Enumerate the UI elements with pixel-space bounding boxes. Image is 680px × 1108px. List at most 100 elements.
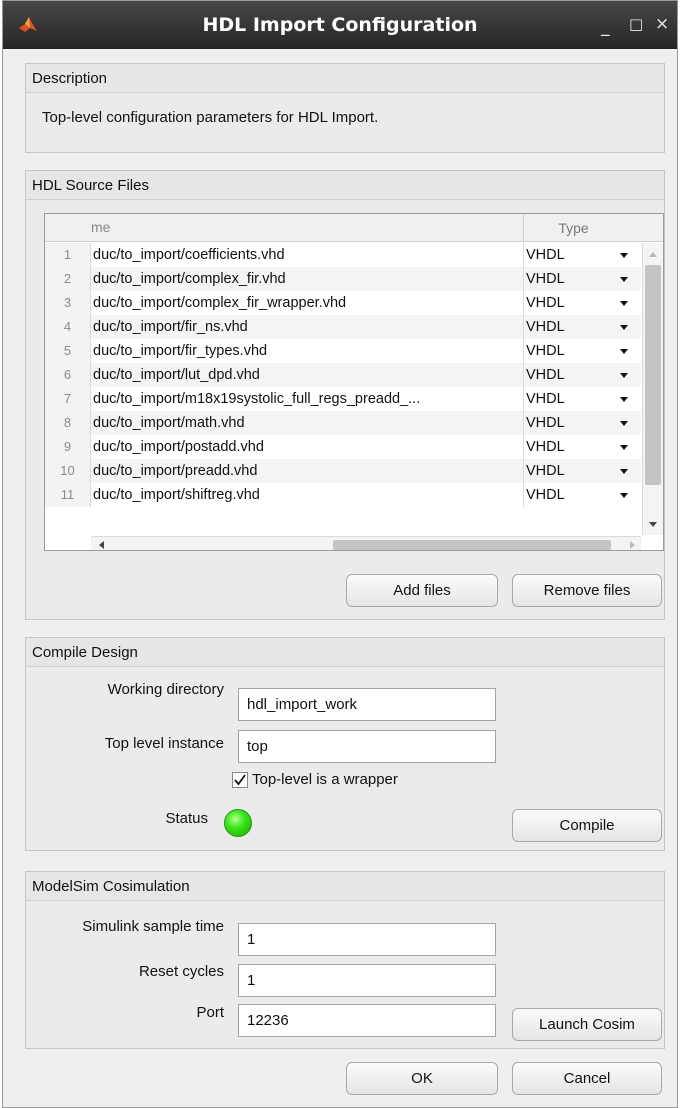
file-type-value: VHDL bbox=[526, 463, 565, 479]
hdl-import-dialog: HDL Import Configuration _ □ × Descripti… bbox=[2, 0, 678, 1108]
table-row[interactable]: 1 duc/to_import/coefficients.vhd VHDL bbox=[45, 243, 641, 267]
dropdown-caret-icon[interactable] bbox=[620, 253, 628, 258]
file-type-dropdown[interactable]: VHDL bbox=[523, 435, 641, 459]
file-name-cell[interactable]: duc/to_import/preadd.vhd bbox=[91, 459, 523, 483]
dropdown-caret-icon[interactable] bbox=[620, 445, 628, 450]
file-name-cell[interactable]: duc/to_import/fir_ns.vhd bbox=[91, 315, 523, 339]
working-directory-input[interactable]: hdl_import_work bbox=[238, 688, 496, 721]
table-rows: 1 duc/to_import/coefficients.vhd VHDL 2 duc/… bbox=[45, 243, 641, 507]
dropdown-caret-icon[interactable] bbox=[620, 469, 628, 474]
working-directory-label: Working directory bbox=[107, 681, 224, 698]
row-number: 7 bbox=[45, 387, 91, 411]
file-name-cell[interactable]: duc/to_import/postadd.vhd bbox=[91, 435, 523, 459]
table-row[interactable]: 2 duc/to_import/complex_fir.vhd VHDL bbox=[45, 267, 641, 291]
file-type-dropdown[interactable]: VHDL bbox=[523, 315, 641, 339]
close-icon[interactable]: × bbox=[655, 14, 669, 34]
table-row[interactable]: 5 duc/to_import/fir_types.vhd VHDL bbox=[45, 339, 641, 363]
ok-button[interactable]: OK bbox=[346, 1062, 498, 1095]
file-type-dropdown[interactable]: VHDL bbox=[523, 483, 641, 507]
column-header-name[interactable]: me bbox=[91, 219, 110, 235]
vertical-scroll-thumb[interactable] bbox=[645, 265, 661, 485]
launch-cosim-button[interactable]: Launch Cosim bbox=[512, 1008, 662, 1041]
file-name-cell[interactable]: duc/to_import/coefficients.vhd bbox=[91, 243, 523, 267]
row-number: 8 bbox=[45, 411, 91, 435]
table-row[interactable]: 3 duc/to_import/complex_fir_wrapper.vhd VH… bbox=[45, 291, 641, 315]
modelsim-cosimulation-panel: ModelSim Cosimulation Simulink sample ti… bbox=[25, 871, 665, 1049]
file-type-value: VHDL bbox=[526, 367, 565, 383]
scroll-down-icon[interactable] bbox=[649, 522, 657, 527]
file-type-dropdown[interactable]: VHDL bbox=[523, 267, 641, 291]
dropdown-caret-icon[interactable] bbox=[620, 397, 628, 402]
file-name-cell[interactable]: duc/to_import/complex_fir_wrapper.vhd bbox=[91, 291, 523, 315]
scroll-left-icon[interactable] bbox=[99, 541, 104, 549]
port-label: Port bbox=[196, 1004, 224, 1021]
file-type-value: VHDL bbox=[526, 319, 565, 335]
row-number: 4 bbox=[45, 315, 91, 339]
file-type-dropdown[interactable]: VHDL bbox=[523, 459, 641, 483]
maximize-icon[interactable]: □ bbox=[629, 15, 643, 33]
horizontal-scrollbar[interactable] bbox=[91, 536, 641, 550]
file-name-cell[interactable]: duc/to_import/fir_types.vhd bbox=[91, 339, 523, 363]
reset-cycles-input[interactable]: 1 bbox=[238, 964, 496, 997]
sample-time-input[interactable]: 1 bbox=[238, 923, 496, 956]
file-name-cell[interactable]: duc/to_import/shiftreg.vhd bbox=[91, 483, 523, 507]
port-input[interactable]: 12236 bbox=[238, 1004, 496, 1037]
file-type-value: VHDL bbox=[526, 295, 565, 311]
row-number: 6 bbox=[45, 363, 91, 387]
file-type-dropdown[interactable]: VHDL bbox=[523, 411, 641, 435]
source-files-table[interactable]: me Type 1 duc/to_import/coefficients.vhd V… bbox=[44, 213, 664, 551]
dropdown-caret-icon[interactable] bbox=[620, 277, 628, 282]
top-level-instance-label: Top level instance bbox=[104, 735, 224, 752]
row-number: 11 bbox=[45, 483, 91, 507]
compile-button[interactable]: Compile bbox=[512, 809, 662, 842]
file-name-cell[interactable]: duc/to_import/lut_dpd.vhd bbox=[91, 363, 523, 387]
checkmark-icon bbox=[234, 774, 246, 786]
column-header-type[interactable]: Type bbox=[523, 214, 623, 242]
dropdown-caret-icon[interactable] bbox=[620, 421, 628, 426]
file-type-value: VHDL bbox=[526, 391, 565, 407]
table-row[interactable]: 11 duc/to_import/shiftreg.vhd VHDL bbox=[45, 483, 641, 507]
dropdown-caret-icon[interactable] bbox=[620, 349, 628, 354]
minimize-icon[interactable]: _ bbox=[601, 17, 610, 37]
file-type-value: VHDL bbox=[526, 247, 565, 263]
compile-header: Compile Design bbox=[26, 638, 664, 667]
file-name-cell[interactable]: duc/to_import/m18x19systolic_full_regs_p… bbox=[91, 387, 523, 411]
compile-design-panel: Compile Design Working directory hdl_imp… bbox=[25, 637, 665, 851]
reset-cycles-label: Reset cycles bbox=[138, 963, 224, 980]
vertical-scrollbar[interactable] bbox=[642, 243, 663, 535]
scroll-right-icon[interactable] bbox=[630, 541, 635, 549]
remove-files-button[interactable]: Remove files bbox=[512, 574, 662, 607]
file-type-dropdown[interactable]: VHDL bbox=[523, 339, 641, 363]
dropdown-caret-icon[interactable] bbox=[620, 301, 628, 306]
top-level-instance-input[interactable]: top bbox=[238, 730, 496, 763]
file-name-cell[interactable]: duc/to_import/complex_fir.vhd bbox=[91, 267, 523, 291]
add-files-button[interactable]: Add files bbox=[346, 574, 498, 607]
file-type-dropdown[interactable]: VHDL bbox=[523, 363, 641, 387]
table-row[interactable]: 7 duc/to_import/m18x19systolic_full_regs_… bbox=[45, 387, 641, 411]
file-name-cell[interactable]: duc/to_import/math.vhd bbox=[91, 411, 523, 435]
table-row[interactable]: 6 duc/to_import/lut_dpd.vhd VHDL bbox=[45, 363, 641, 387]
table-row[interactable]: 10 duc/to_import/preadd.vhd VHDL bbox=[45, 459, 641, 483]
wrapper-checkbox-label[interactable]: Top-level is a wrapper bbox=[252, 771, 398, 788]
description-text: Top-level configuration parameters for H… bbox=[42, 109, 379, 126]
cancel-button[interactable]: Cancel bbox=[512, 1062, 662, 1095]
status-label: Status bbox=[165, 810, 208, 827]
wrapper-checkbox[interactable] bbox=[232, 772, 248, 788]
row-number: 9 bbox=[45, 435, 91, 459]
scroll-up-icon[interactable] bbox=[649, 252, 657, 257]
file-type-value: VHDL bbox=[526, 487, 565, 503]
table-row[interactable]: 9 duc/to_import/postadd.vhd VHDL bbox=[45, 435, 641, 459]
dropdown-caret-icon[interactable] bbox=[620, 373, 628, 378]
dropdown-caret-icon[interactable] bbox=[620, 493, 628, 498]
horizontal-scroll-thumb[interactable] bbox=[333, 540, 611, 550]
file-type-value: VHDL bbox=[526, 439, 565, 455]
file-type-dropdown[interactable]: VHDL bbox=[523, 291, 641, 315]
table-row[interactable]: 8 duc/to_import/math.vhd VHDL bbox=[45, 411, 641, 435]
row-number: 2 bbox=[45, 267, 91, 291]
file-type-dropdown[interactable]: VHDL bbox=[523, 243, 641, 267]
table-row[interactable]: 4 duc/to_import/fir_ns.vhd VHDL bbox=[45, 315, 641, 339]
row-number: 5 bbox=[45, 339, 91, 363]
dropdown-caret-icon[interactable] bbox=[620, 325, 628, 330]
row-number: 10 bbox=[45, 459, 91, 483]
file-type-dropdown[interactable]: VHDL bbox=[523, 387, 641, 411]
